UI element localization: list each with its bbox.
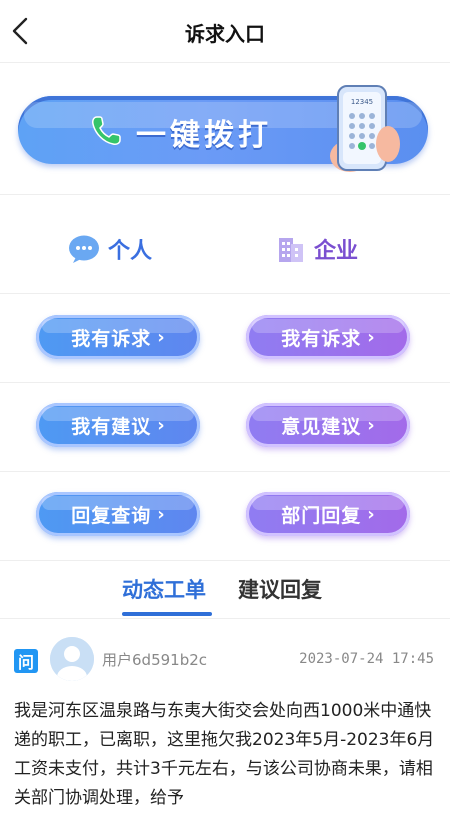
business-section-label: 企业 (276, 233, 358, 265)
personal-section-label: 个人 (68, 233, 152, 265)
username: 用户6d591b2c (102, 651, 208, 669)
business-submit-appeal-button[interactable]: 我有诉求 › (246, 315, 410, 359)
chevron-right-icon: › (367, 503, 375, 525)
personal-suggestion-button[interactable]: 我有建议 › (36, 403, 200, 447)
button-row-3: 回复查询 › 部门回复 › (0, 472, 450, 561)
chevron-right-icon: › (367, 326, 375, 348)
avatar (50, 637, 94, 681)
button-row-1: 我有诉求 › 我有诉求 › (0, 294, 450, 383)
chat-bubble-icon (69, 235, 99, 263)
personal-submit-appeal-button[interactable]: 我有诉求 › (36, 315, 200, 359)
tab-dynamic-orders[interactable]: 动态工单 (122, 574, 206, 604)
feed-tabs: 动态工单 建议回复 (0, 560, 450, 619)
phone-in-hand-icon: 12345 (330, 85, 400, 172)
post-timestamp: 2023-07-24 17:45 (299, 651, 434, 667)
chevron-right-icon: › (367, 414, 375, 436)
chevron-right-icon: › (157, 503, 165, 525)
user-avatar-icon (50, 637, 94, 681)
page-title: 诉求入口 (185, 22, 265, 46)
chevron-right-icon: › (157, 326, 165, 348)
personal-label: 个人 (108, 239, 153, 264)
category-header: 个人 企业 (0, 195, 450, 294)
reply-query-button[interactable]: 回复查询 › (36, 492, 200, 536)
tab-suggestion-replies[interactable]: 建议回复 (238, 574, 322, 604)
department-reply-button[interactable]: 部门回复 › (246, 492, 410, 536)
call-label: 一键拨打 (136, 118, 272, 153)
top-nav-bar: 诉求入口 (0, 0, 450, 63)
list-item[interactable]: 问 用户6d591b2c 2023-07-24 17:45 我是河东区温泉路与东… (0, 619, 450, 808)
question-badge: 问 (14, 649, 38, 673)
building-icon (279, 238, 303, 262)
phone-screen-number: 12345 (351, 98, 373, 106)
post-content: 我是河东区温泉路与东夷大街交会处向西1000米中通快递的职工，已离职，这里拖欠我… (14, 701, 435, 808)
active-tab-indicator (122, 612, 212, 616)
button-row-2: 我有建议 › 意见建议 › (0, 383, 450, 472)
business-label: 企业 (314, 239, 359, 264)
phone-icon (92, 116, 121, 145)
chevron-right-icon: › (157, 414, 165, 436)
business-feedback-button[interactable]: 意见建议 › (246, 403, 410, 447)
